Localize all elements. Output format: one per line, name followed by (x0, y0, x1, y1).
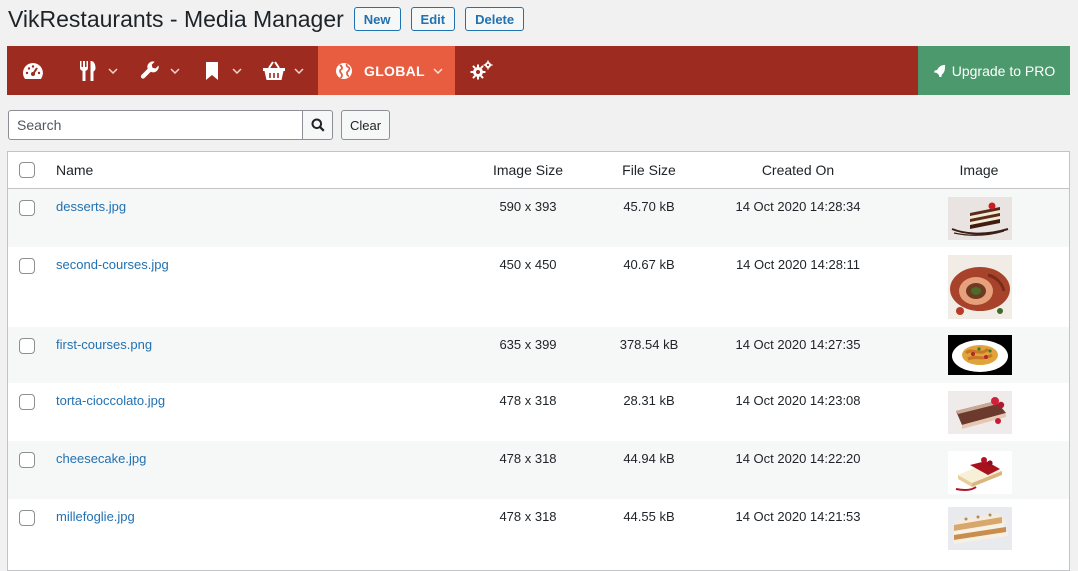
file-size: 45.70 kB (623, 199, 675, 214)
menu-restaurant[interactable] (76, 46, 118, 95)
created-on: 14 Oct 2020 14:21:53 (735, 509, 861, 524)
thumbnail-millefoglie[interactable] (948, 507, 1012, 550)
thumbnail-cake-slice[interactable] (948, 197, 1012, 240)
upgrade-label: Upgrade to PRO (951, 62, 1056, 79)
media-table: Name Image Size File Size Created On Ima… (7, 151, 1070, 571)
column-created-on: Created On (761, 162, 835, 178)
chevron-down-icon (170, 66, 180, 76)
rocket-icon (933, 64, 946, 77)
table-header: Name Image Size File Size Created On Ima… (8, 152, 1069, 189)
image-size: 590 x 393 (499, 199, 557, 214)
file-name-link[interactable]: millefoglie.jpg (56, 509, 135, 524)
chevron-down-icon (433, 66, 443, 76)
file-name-link[interactable]: torta-cioccolato.jpg (56, 393, 165, 408)
basket-icon (262, 59, 286, 83)
chevron-down-icon (232, 66, 242, 76)
menu-tools[interactable] (138, 46, 180, 95)
table-row: cheesecake.jpg 478 x 318 44.94 kB 14 Oct… (8, 441, 1069, 499)
thumbnail-chocolate-cake[interactable] (948, 391, 1012, 434)
file-size: 378.54 kB (619, 337, 679, 352)
search-bar: Clear (8, 110, 391, 140)
column-image: Image (959, 162, 999, 178)
gears-icon (469, 59, 493, 83)
column-file-size: File Size (622, 162, 676, 178)
clear-button[interactable]: Clear (341, 110, 391, 140)
page-title: VikRestaurants - Media Manager (8, 5, 344, 32)
delete-button[interactable]: Delete (465, 7, 525, 31)
select-all-checkbox[interactable] (19, 162, 35, 178)
row-checkbox[interactable] (19, 338, 35, 354)
globe-icon (332, 59, 356, 83)
table-row: millefoglie.jpg 478 x 318 44.55 kB 14 Oc… (8, 499, 1069, 559)
row-checkbox[interactable] (19, 200, 35, 216)
thumbnail-meat-roll[interactable] (948, 255, 1012, 319)
created-on: 14 Oct 2020 14:23:08 (735, 393, 861, 408)
image-size: 478 x 318 (499, 393, 557, 408)
thumbnail-cheesecake[interactable] (948, 451, 1012, 494)
edit-button[interactable]: Edit (410, 7, 456, 31)
menu-shop[interactable] (262, 46, 304, 95)
chevron-down-icon (294, 66, 304, 76)
search-icon (311, 118, 325, 132)
image-size: 450 x 450 (499, 257, 557, 272)
file-size: 44.94 kB (623, 451, 675, 466)
dashboard-icon (21, 59, 45, 83)
file-size: 40.67 kB (623, 257, 675, 272)
image-size: 478 x 318 (499, 509, 557, 524)
new-button[interactable]: New (353, 7, 401, 31)
menu-bookmarks[interactable] (200, 46, 242, 95)
image-size: 635 x 399 (499, 337, 557, 352)
file-name-link[interactable]: cheesecake.jpg (56, 451, 146, 466)
search-button[interactable] (303, 110, 333, 140)
menu-global[interactable]: GLOBAL (318, 46, 455, 95)
file-name-link[interactable]: desserts.jpg (56, 199, 126, 214)
file-name-link[interactable]: second-courses.jpg (56, 257, 169, 272)
upgrade-to-pro-button[interactable]: Upgrade to PRO (918, 46, 1070, 95)
created-on: 14 Oct 2020 14:27:35 (735, 337, 861, 352)
created-on: 14 Oct 2020 14:28:34 (735, 199, 861, 214)
chevron-down-icon (108, 66, 118, 76)
row-checkbox[interactable] (19, 394, 35, 410)
restaurant-icon (76, 59, 100, 83)
created-on: 14 Oct 2020 14:22:20 (735, 451, 861, 466)
table-row: second-courses.jpg 450 x 450 40.67 kB 14… (8, 247, 1069, 327)
search-input[interactable] (8, 110, 303, 140)
wrench-icon (138, 59, 162, 83)
column-name: Name (56, 162, 94, 178)
bookmark-icon (200, 59, 224, 83)
file-size: 44.55 kB (623, 509, 675, 524)
menu-settings[interactable] (469, 46, 493, 95)
file-size: 28.31 kB (623, 393, 675, 408)
main-menu-bar: GLOBAL Upgrade to PRO (7, 46, 1070, 95)
created-on: 14 Oct 2020 14:28:11 (735, 257, 861, 272)
title-bar: VikRestaurants - Media Manager New Edit … (8, 4, 534, 34)
row-checkbox[interactable] (19, 258, 35, 274)
row-checkbox[interactable] (19, 452, 35, 468)
menu-global-label: GLOBAL (364, 62, 425, 79)
thumbnail-pasta[interactable] (948, 335, 1012, 375)
image-size: 478 x 318 (499, 451, 557, 466)
table-row: first-courses.png 635 x 399 378.54 kB 14… (8, 327, 1069, 383)
row-checkbox[interactable] (19, 510, 35, 526)
table-row: desserts.jpg 590 x 393 45.70 kB 14 Oct 2… (8, 189, 1069, 247)
menu-dashboard[interactable] (7, 46, 45, 95)
file-name-link[interactable]: first-courses.png (56, 337, 152, 352)
column-image-size: Image Size (492, 162, 564, 178)
table-row: torta-cioccolato.jpg 478 x 318 28.31 kB … (8, 383, 1069, 441)
